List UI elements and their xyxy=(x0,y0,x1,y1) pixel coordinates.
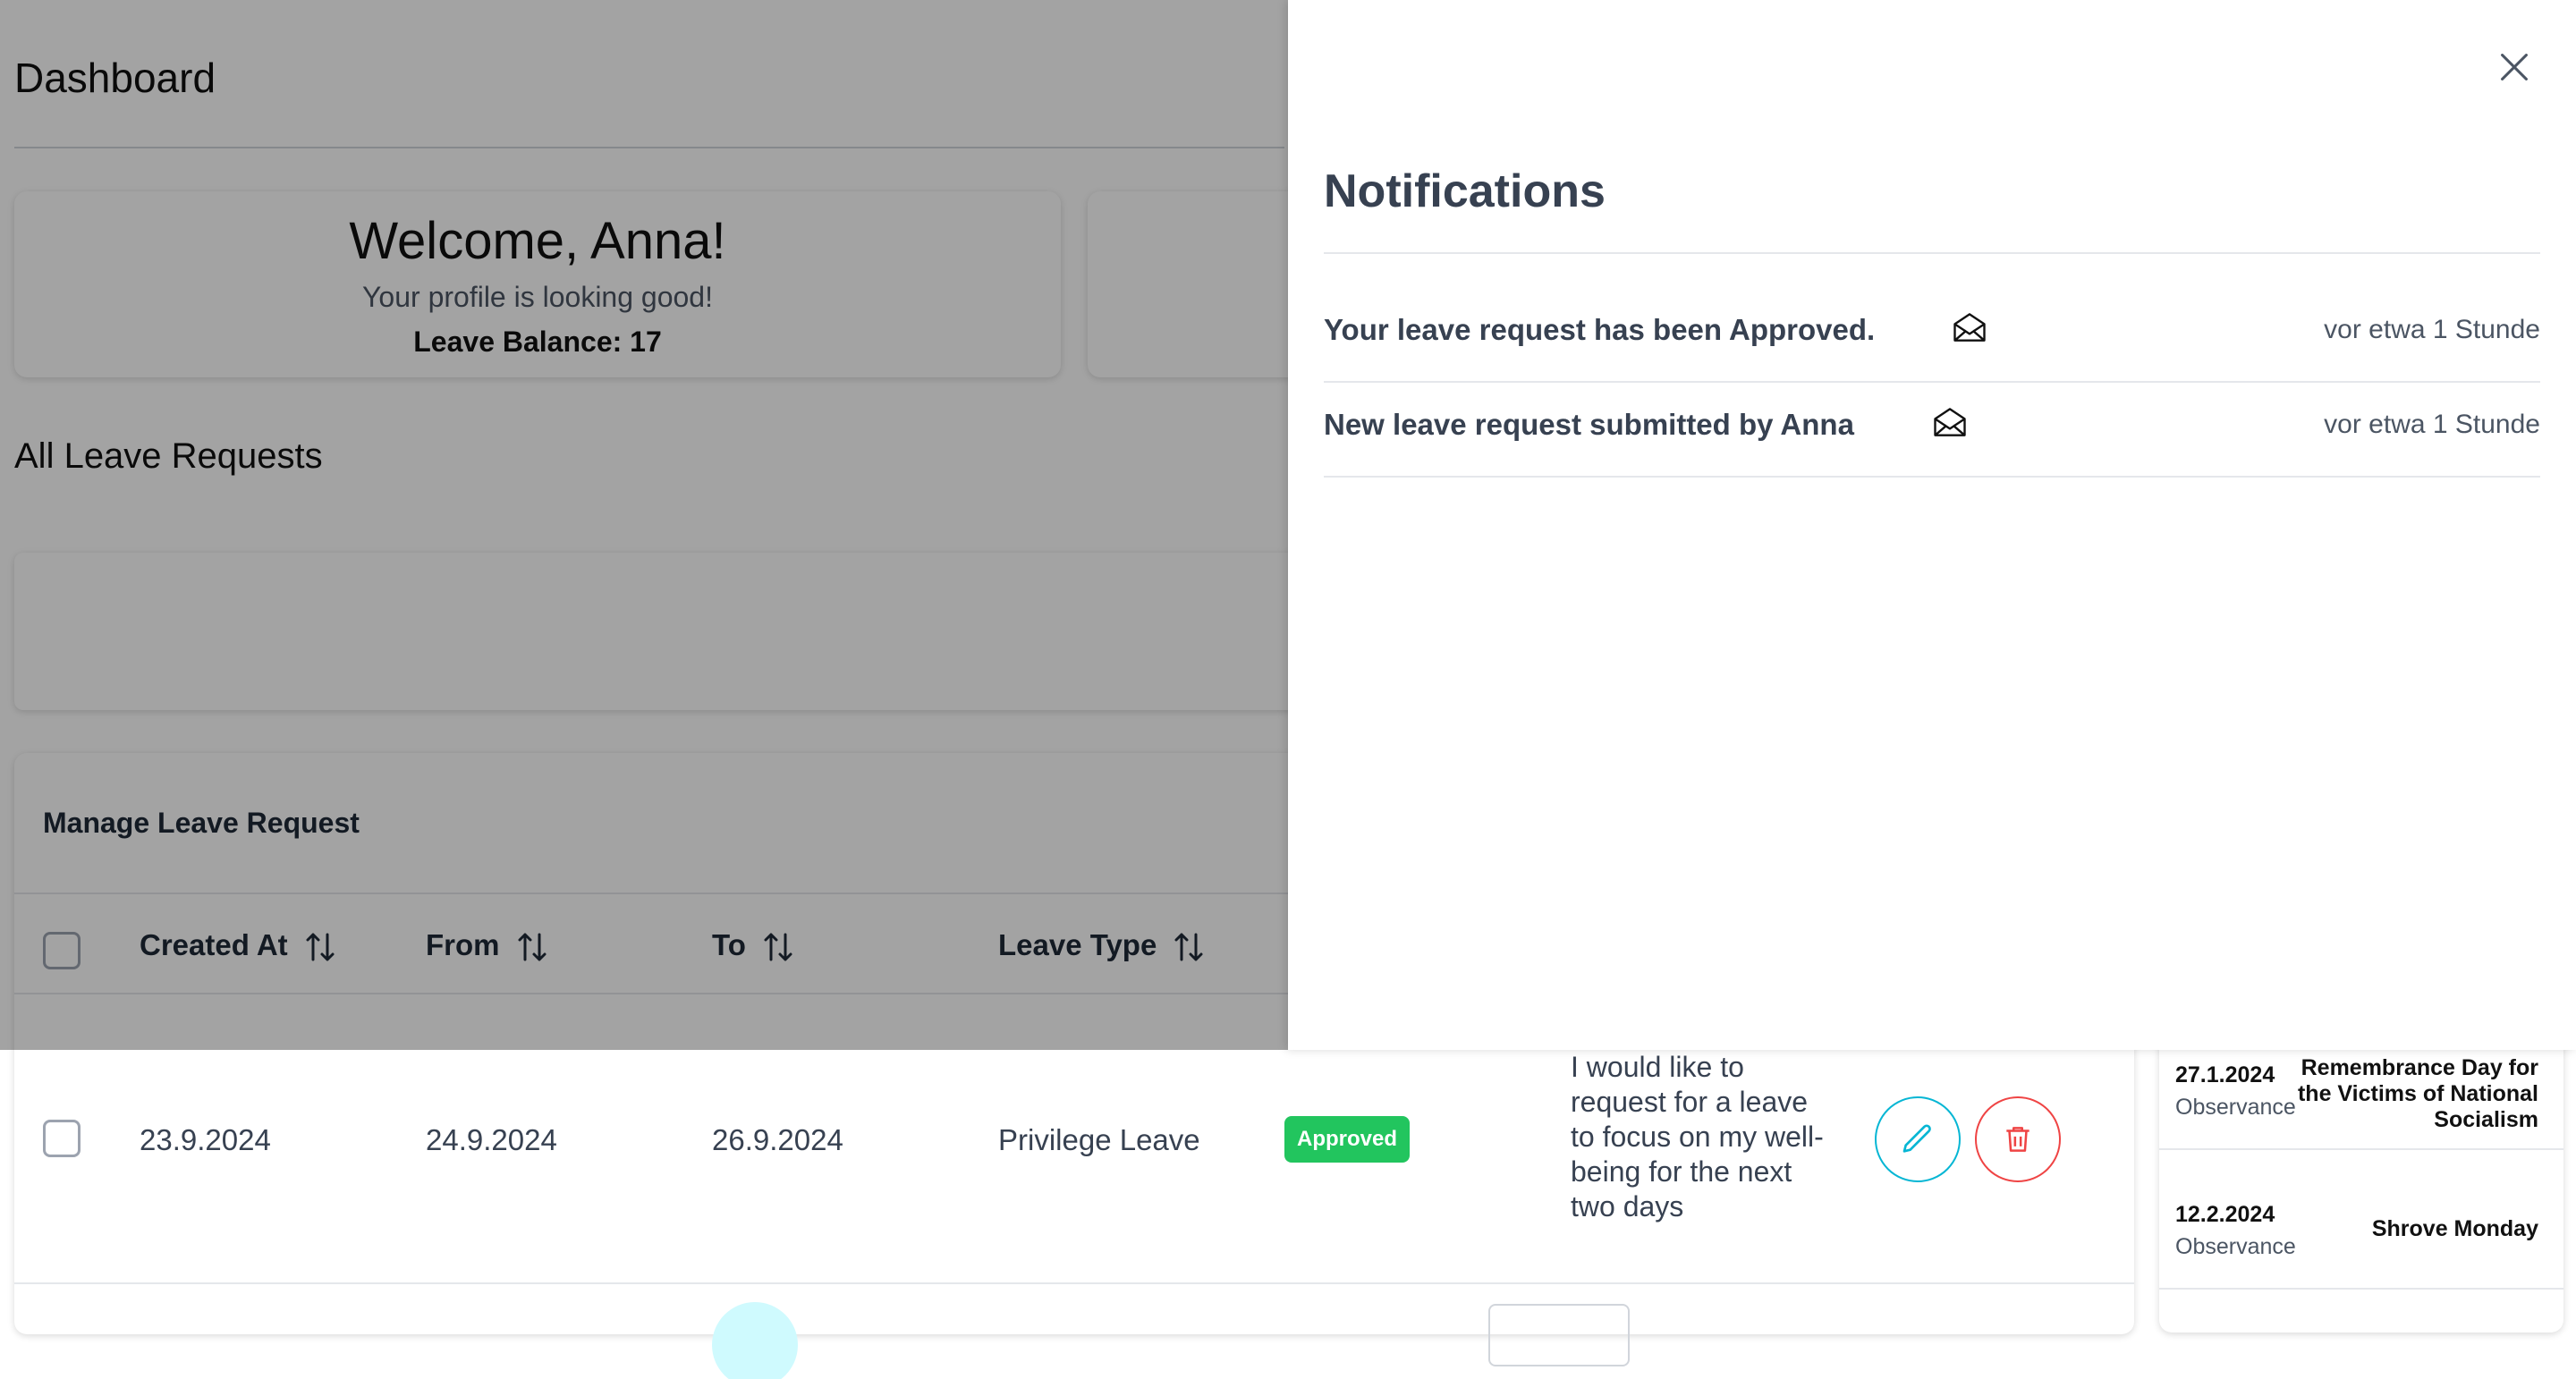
holidays-card: 27.1.2024 Observance Remembrance Day for… xyxy=(2159,1011,2563,1332)
edit-button[interactable] xyxy=(1875,1096,1961,1182)
notifications-title: Notifications xyxy=(1324,165,1606,217)
from-cell: 24.9.2024 xyxy=(426,1123,557,1156)
notification-divider xyxy=(1324,476,2540,478)
holiday-name: Remembrance Day for the Victims of Natio… xyxy=(2297,1055,2538,1132)
current-page-button[interactable] xyxy=(712,1302,798,1379)
rows-per-page-select[interactable] xyxy=(1488,1304,1630,1366)
holiday-date: 27.1.2024 xyxy=(2175,1062,2275,1087)
leave-type-cell: Privilege Leave xyxy=(998,1123,1200,1156)
holiday-name: Shrove Monday xyxy=(2371,1216,2538,1241)
holiday-item: 12.2.2024 Observance Shrove Monday xyxy=(2159,1150,2563,1290)
reason-cell: I would like to request for a leave to f… xyxy=(1571,1051,1824,1222)
status-badge: Approved xyxy=(1284,1116,1410,1163)
notification-time: vor etwa 1 Stunde xyxy=(2324,315,2540,344)
close-icon[interactable] xyxy=(2494,47,2535,88)
pencil-icon xyxy=(1902,1124,1931,1153)
row-divider xyxy=(14,1282,2134,1284)
created-at-cell: 23.9.2024 xyxy=(140,1123,271,1156)
notifications-drawer: Notifications Your leave request has bee… xyxy=(1288,0,2576,1050)
notification-message: Your leave request has been Approved. xyxy=(1324,313,1876,346)
notification-message: New leave request submitted by Anna xyxy=(1324,408,1854,441)
notification-time: vor etwa 1 Stunde xyxy=(2324,410,2540,439)
holiday-kind: Observance xyxy=(2175,1095,2296,1120)
row-checkbox[interactable] xyxy=(43,1120,80,1157)
to-cell: 26.9.2024 xyxy=(712,1123,843,1156)
envelope-open-icon[interactable] xyxy=(1930,402,1970,442)
envelope-open-icon[interactable] xyxy=(1950,308,1989,347)
notification-item[interactable]: Your leave request has been Approved. vo… xyxy=(1324,290,2540,383)
notifications-title-divider xyxy=(1324,252,2540,254)
holiday-date: 12.2.2024 xyxy=(2175,1202,2275,1227)
trash-icon xyxy=(2006,1127,2029,1152)
delete-button[interactable] xyxy=(1975,1096,2061,1182)
holiday-kind: Observance xyxy=(2175,1234,2296,1259)
notification-item[interactable]: New leave request submitted by Anna vor … xyxy=(1324,385,2540,478)
notification-divider xyxy=(1324,381,2540,383)
